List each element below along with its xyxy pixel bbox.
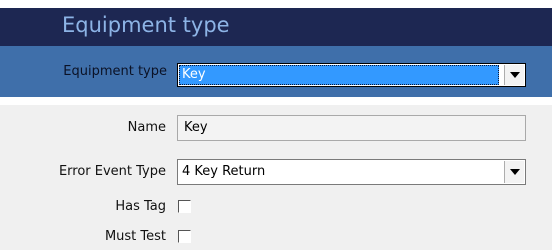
selection-highlight	[179, 65, 499, 85]
error-event-type-value: 4 Key Return	[182, 164, 266, 179]
chevron-down-icon	[510, 169, 520, 175]
chevron-down-icon	[510, 72, 520, 78]
name-value: Key	[184, 120, 208, 135]
window-top-edge	[0, 0, 552, 8]
page-title: Equipment type	[62, 13, 230, 37]
name-label: Name	[127, 120, 166, 135]
has-tag-label: Has Tag	[115, 199, 166, 214]
error-event-type-select[interactable]: 4 Key Return	[177, 159, 526, 185]
error-event-type-dropdown-button[interactable]	[504, 161, 524, 183]
must-test-checkbox[interactable]	[178, 230, 191, 243]
equipment-type-label: Equipment type	[63, 64, 167, 79]
has-tag-checkbox[interactable]	[178, 200, 191, 213]
error-event-type-label: Error Event Type	[58, 164, 166, 179]
must-test-label: Must Test	[104, 229, 166, 244]
equipment-type-value: Key	[182, 67, 206, 82]
equipment-type-dropdown-button[interactable]	[504, 65, 524, 85]
equipment-type-select[interactable]: Key	[177, 63, 526, 87]
title-bar: Equipment type	[0, 8, 552, 46]
name-field: Key	[177, 115, 526, 141]
